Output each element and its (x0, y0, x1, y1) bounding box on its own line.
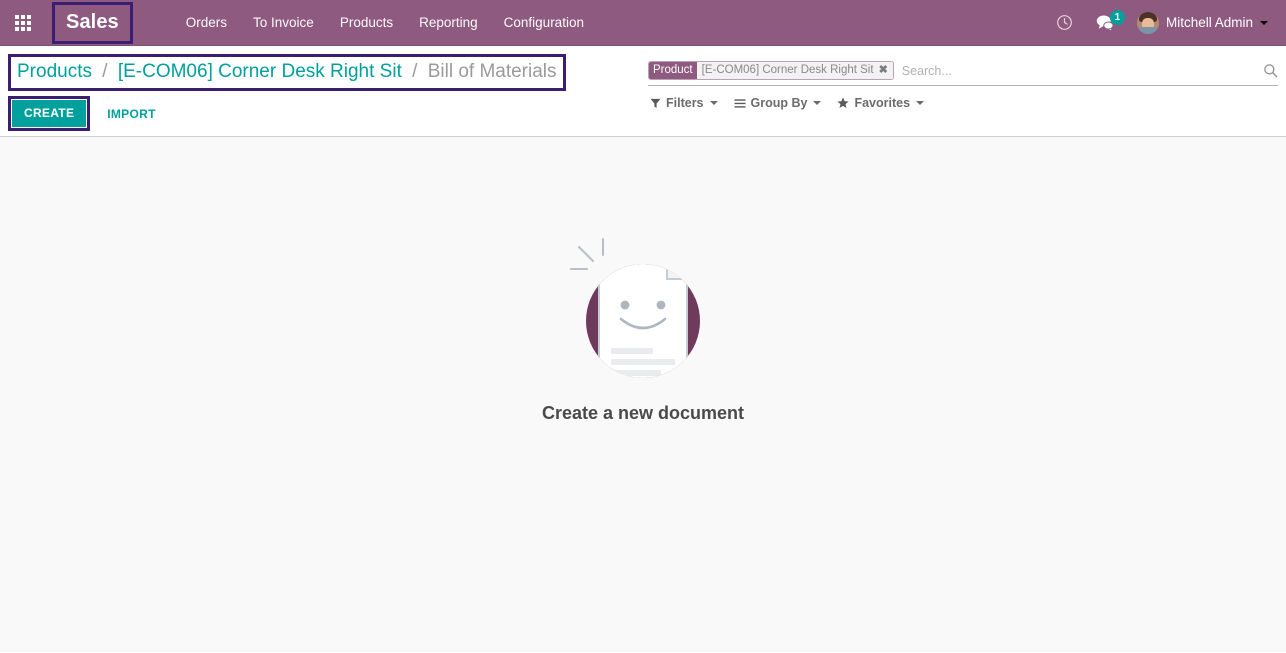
chevron-down-icon (1260, 20, 1268, 25)
search-options: Filters Group By Favorites (648, 96, 1278, 110)
favorites-dropdown[interactable]: Favorites (837, 96, 925, 110)
breadcrumb-separator: / (102, 61, 108, 82)
apps-grid-icon (15, 14, 31, 31)
create-button-highlight-box: CREATE (8, 96, 91, 131)
menu-item-configuration[interactable]: Configuration (491, 0, 597, 46)
menu-item-orders[interactable]: Orders (173, 0, 240, 46)
top-navbar: Sales Orders To Invoice Products Reporti… (0, 0, 1286, 46)
smiling-document-icon (569, 237, 700, 378)
menu-item-reporting[interactable]: Reporting (406, 0, 491, 46)
funnel-icon (650, 98, 661, 109)
search-facet-value: [E-COM06] Corner Desk Right Sit ✖ (696, 62, 893, 79)
filters-label: Filters (666, 96, 704, 110)
import-button[interactable]: IMPORT (103, 101, 159, 127)
breadcrumb-item-products[interactable]: Products (17, 61, 92, 82)
search-input[interactable] (897, 60, 1257, 81)
control-panel: Products / [E-COM06] Corner Desk Right S… (0, 46, 1286, 137)
search-facet-value-text: [E-COM06] Corner Desk Right Sit (701, 64, 874, 76)
breadcrumb-separator: / (412, 61, 418, 82)
group-by-dropdown[interactable]: Group By (733, 96, 822, 110)
empty-state: Create a new document (0, 235, 1286, 424)
messages-button[interactable]: 1 (1084, 0, 1127, 46)
breadcrumb-item-product[interactable]: [E-COM06] Corner Desk Right Sit (118, 61, 402, 82)
brand-highlight-box: Sales (52, 1, 133, 44)
search-facet-product[interactable]: Product [E-COM06] Corner Desk Right Sit … (648, 61, 894, 80)
avatar (1136, 11, 1159, 34)
favorites-label: Favorites (854, 96, 911, 110)
group-by-label: Group By (750, 96, 808, 110)
search-facet-label: Product (649, 62, 697, 79)
star-icon (837, 97, 850, 109)
close-icon[interactable]: ✖ (879, 62, 890, 79)
activities-button[interactable] (1045, 0, 1084, 46)
breadcrumb: Products / [E-COM06] Corner Desk Right S… (17, 59, 557, 85)
chevron-down-icon (709, 101, 718, 105)
filters-dropdown[interactable]: Filters (650, 96, 718, 110)
content-area: Create a new document (0, 137, 1286, 652)
breadcrumb-highlight-box: Products / [E-COM06] Corner Desk Right S… (8, 54, 566, 91)
search-bar[interactable]: Product [E-COM06] Corner Desk Right Sit … (648, 56, 1278, 86)
navbar-right-group: 1 Mitchell Admin (1045, 0, 1274, 45)
menu-item-products[interactable]: Products (327, 0, 406, 46)
control-panel-left: Products / [E-COM06] Corner Desk Right S… (0, 46, 640, 131)
clock-icon (1057, 15, 1072, 30)
chevron-down-icon (813, 101, 822, 105)
user-name: Mitchell Admin (1165, 15, 1253, 30)
create-button[interactable]: CREATE (12, 100, 87, 127)
app-brand-sales[interactable]: Sales (58, 8, 127, 38)
menu-item-to-invoice[interactable]: To Invoice (240, 0, 327, 46)
control-panel-right: Product [E-COM06] Corner Desk Right Sit … (648, 46, 1278, 110)
list-lines-icon (733, 98, 746, 109)
messages-count-badge: 1 (1109, 9, 1125, 25)
breadcrumb-item-current: Bill of Materials (427, 61, 557, 82)
apps-menu-button[interactable] (0, 0, 46, 46)
user-menu[interactable]: Mitchell Admin (1127, 0, 1274, 46)
chevron-down-icon (916, 101, 925, 105)
control-panel-buttons: CREATE IMPORT (8, 96, 640, 131)
search-icon[interactable] (1257, 63, 1278, 78)
empty-state-title: Create a new document (541, 403, 745, 423)
main-menu: Orders To Invoice Products Reporting Con… (173, 0, 597, 45)
